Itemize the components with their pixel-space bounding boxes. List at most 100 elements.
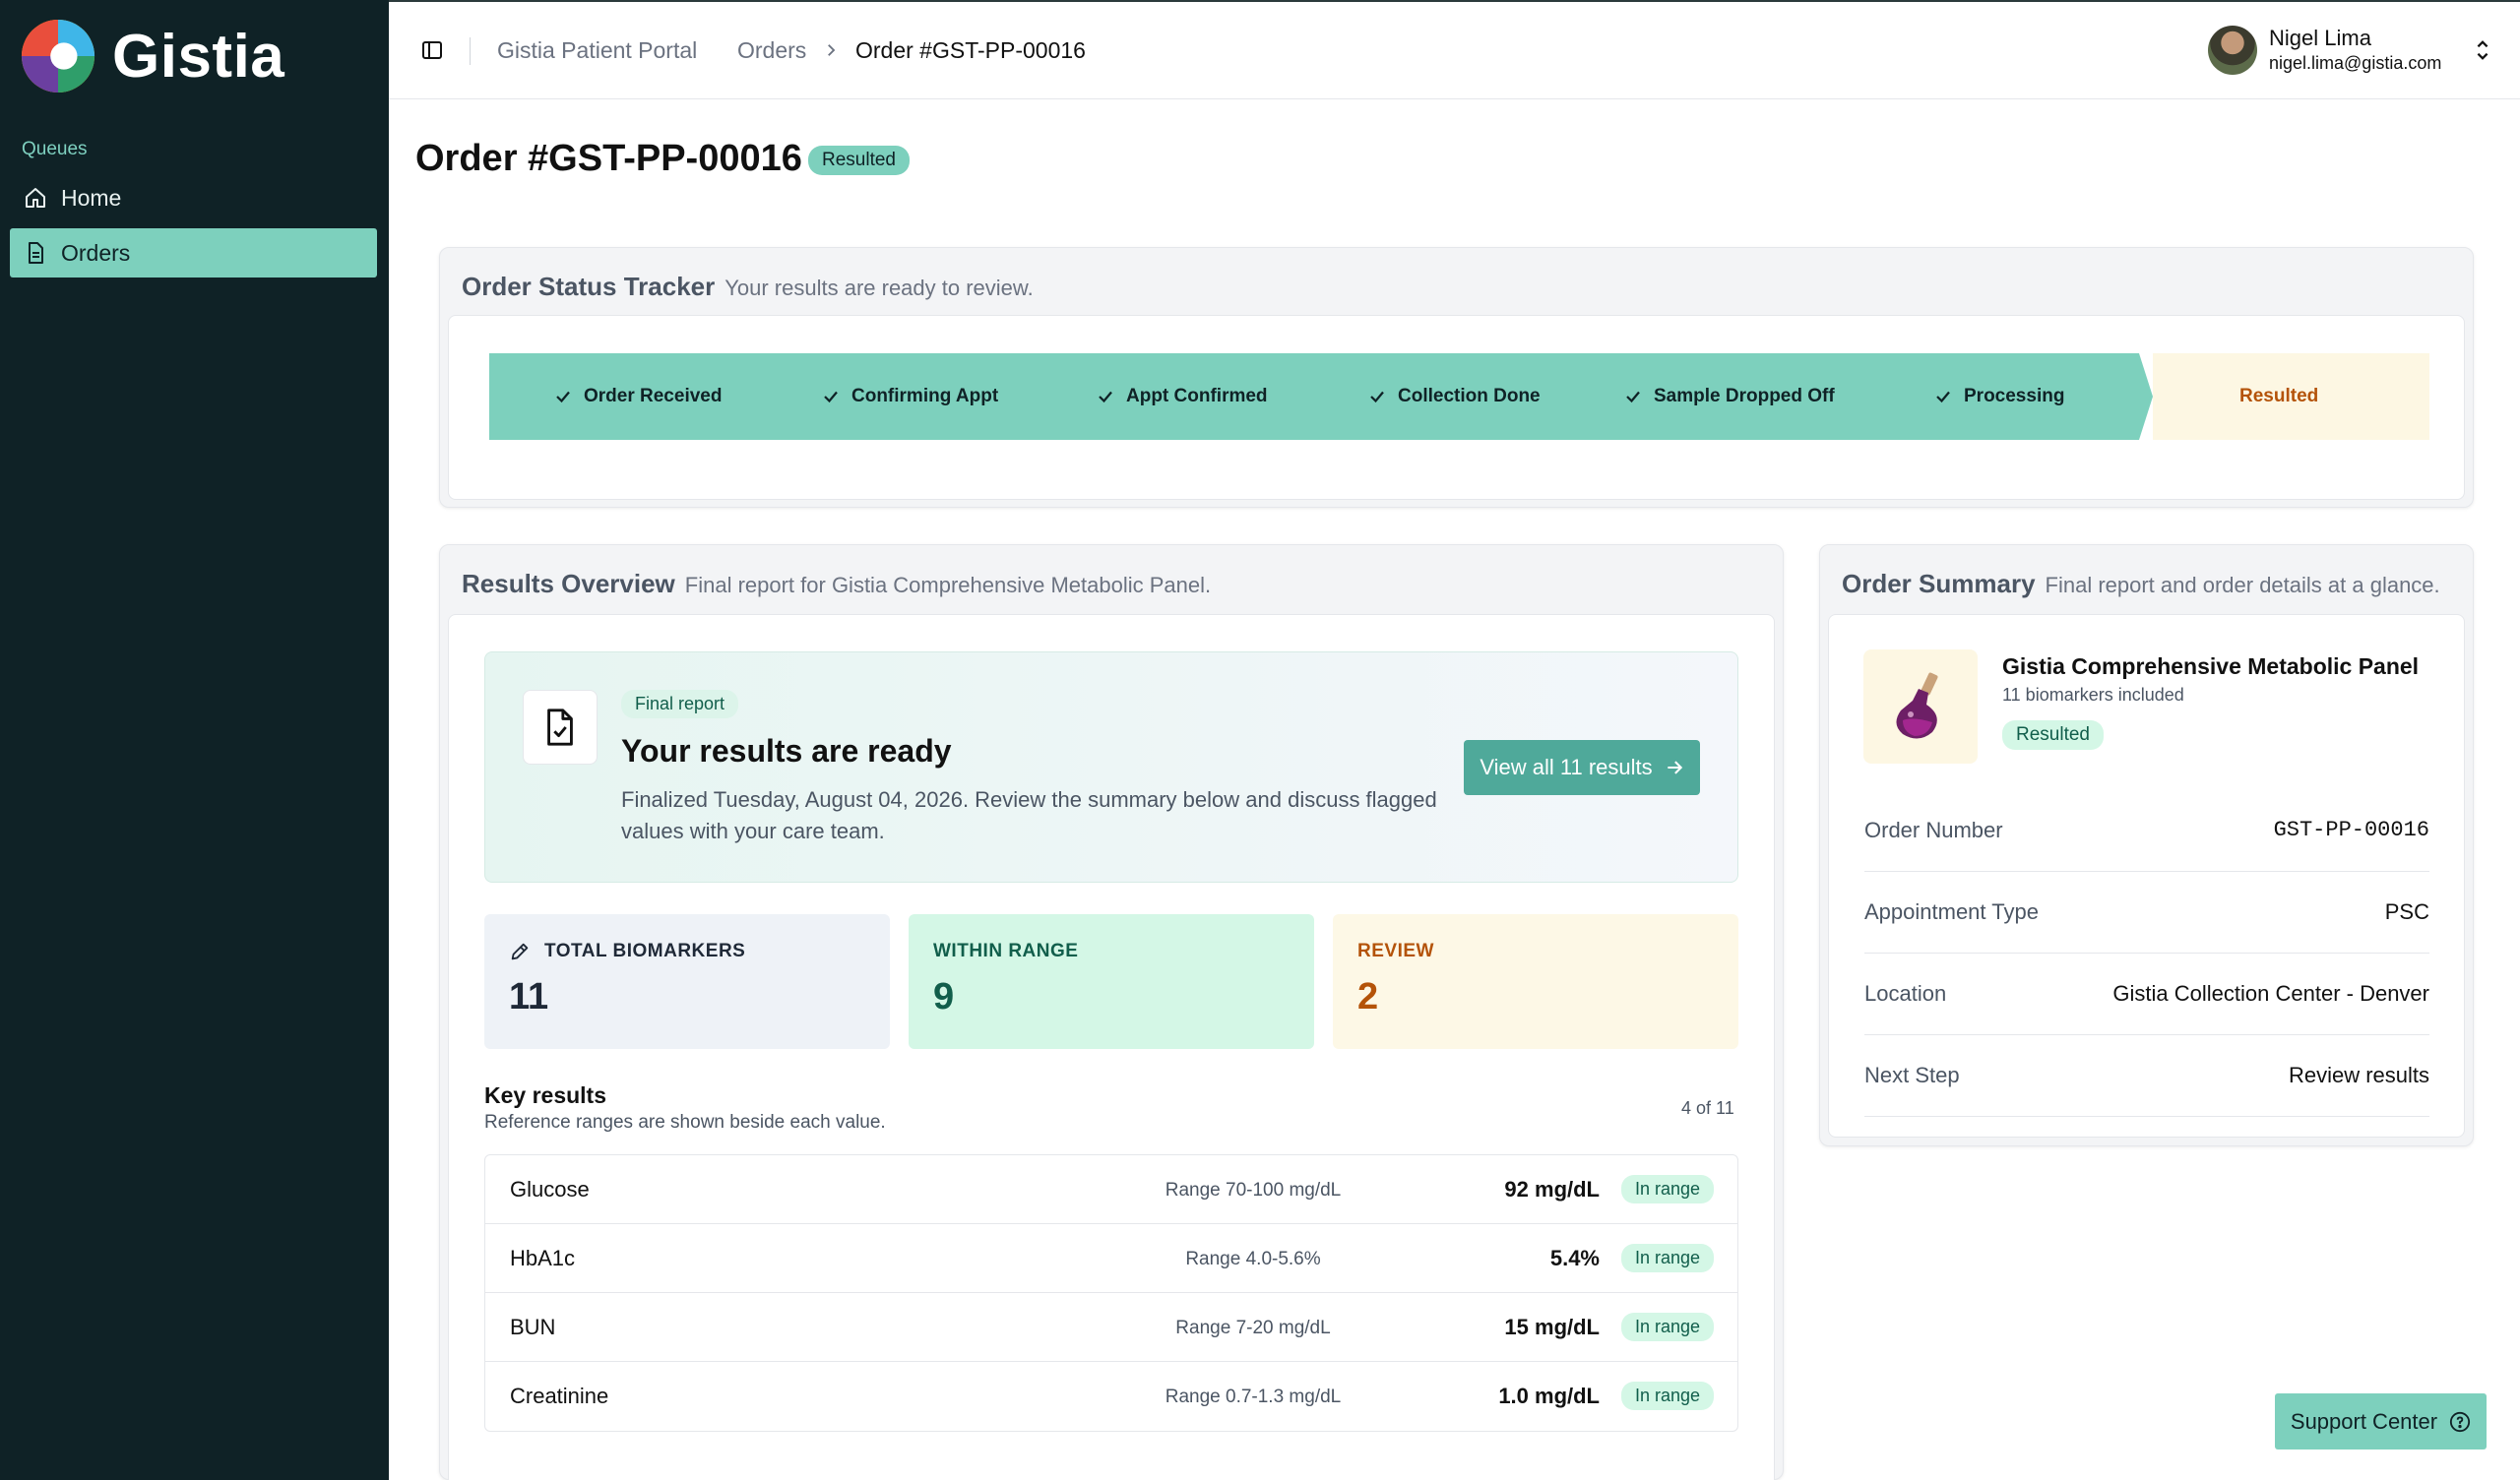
stat-label: TOTAL BIOMARKERS [509, 941, 745, 962]
sidebar-item-label: Home [61, 184, 122, 211]
check-icon [824, 391, 838, 403]
card-subtitle: Final report and order details at a glan… [2045, 573, 2440, 597]
status-badge: Resulted [808, 146, 910, 175]
brand-name: Gistia [112, 22, 285, 91]
biomarker-name: Glucose [510, 1177, 590, 1202]
card-header: Order Summary Final report and order deta… [1842, 569, 2440, 599]
key-results-table: Glucose Range 70-100 mg/dL 92 mg/dL In r… [484, 1154, 1738, 1432]
biomarker-value: 15 mg/dL [1504, 1315, 1600, 1339]
card-title: Results Overview [462, 569, 675, 598]
steps-done-bar [489, 353, 2153, 440]
stat-label: WITHIN RANGE [933, 941, 1079, 961]
biomarker-range: Range 0.7-1.3 mg/dL [1165, 1387, 1342, 1407]
sidebar-item-label: Orders [61, 239, 131, 266]
stat-within-range: WITHIN RANGE 9 [909, 914, 1314, 1049]
results-ready-description: Finalized Tuesday, August 04, 2026. Revi… [621, 787, 1437, 843]
sidebar-item-orders[interactable]: Orders [10, 228, 377, 278]
biomarker-range: Range 70-100 mg/dL [1165, 1180, 1342, 1201]
biomarker-status: In range [1620, 1244, 1714, 1272]
step-collection-done: Collection Done [1368, 353, 1541, 440]
check-icon [1370, 391, 1384, 403]
step-label: Confirming Appt [851, 386, 999, 406]
sidebar-item-home[interactable]: Home [10, 173, 377, 222]
user-email: nigel.lima@gistia.com [2269, 53, 2442, 73]
summary-value: Review results [2288, 1063, 2429, 1087]
arrow-right-icon [1667, 761, 1682, 774]
stat-total-biomarkers: TOTAL BIOMARKERS 11 [484, 914, 890, 1049]
summary-value: GST-PP-00016 [2273, 818, 2429, 842]
card-subtitle: Your results are ready to review. [724, 276, 1034, 300]
breadcrumb-portal[interactable]: Gistia Patient Portal [497, 37, 697, 64]
help-circle-icon [2450, 1411, 2471, 1432]
key-results-title: Key results [484, 1082, 607, 1108]
step-label: Resulted [2239, 386, 2319, 406]
biomarker-name: Creatinine [510, 1384, 609, 1408]
breadcrumb-current: Order #GST-PP-00016 [855, 37, 1086, 63]
check-icon [556, 391, 570, 403]
summary-row-appointment-type: Appointment Type PSC [1864, 872, 2429, 954]
support-center-button[interactable]: Support Center [2275, 1393, 2487, 1449]
chevron-up-down-icon[interactable] [2472, 37, 2493, 63]
product-image [1863, 649, 1978, 764]
gistia-logo-icon [21, 19, 95, 93]
biomarker-status: In range [1620, 1382, 1714, 1410]
view-all-results-button[interactable]: View all 11 results [1464, 740, 1700, 795]
order-status-tracker: Order Status Tracker Your results are rea… [439, 247, 2474, 508]
biomarker-range: Range 4.0-5.6% [1185, 1249, 1321, 1269]
biomarker-value: 5.4% [1549, 1246, 1600, 1270]
final-report-pill: Final report [621, 690, 739, 718]
biomarker-value: 92 mg/dL [1504, 1177, 1600, 1202]
breadcrumb-orders[interactable]: Orders [737, 37, 806, 64]
check-icon [1936, 391, 1950, 403]
check-icon [1099, 391, 1112, 403]
product-subtitle: 11 biomarkers included [2002, 685, 2184, 705]
button-label: Support Center [2290, 1408, 2438, 1434]
stat-value: 11 [509, 976, 549, 1018]
table-row[interactable]: BUN Range 7-20 mg/dL 15 mg/dL In range [485, 1293, 1737, 1362]
brand[interactable]: Gistia [20, 18, 284, 94]
product-name: Gistia Comprehensive Metabolic Panel [2002, 653, 2420, 679]
page-title: Order #GST-PP-00016 [415, 138, 802, 179]
stat-label-text: TOTAL BIOMARKERS [544, 941, 746, 961]
step-confirming-appt: Confirming Appt [822, 353, 998, 440]
check-icon [1626, 391, 1640, 403]
biomarker-value: 1.0 mg/dL [1498, 1384, 1600, 1408]
step-resulted: Resulted [2239, 353, 2318, 440]
table-row[interactable]: HbA1c Range 4.0-5.6% 5.4% In range [485, 1224, 1737, 1293]
stat-value: 2 [1357, 976, 1379, 1018]
stat-label: REVIEW [1357, 941, 1434, 961]
avatar[interactable] [2208, 26, 2257, 75]
stat-review: REVIEW 2 [1333, 914, 1738, 1049]
biomarker-name: HbA1c [510, 1246, 576, 1270]
home-icon [26, 188, 45, 208]
summary-label: Location [1864, 981, 1947, 1006]
key-results-count: 4 of 11 [1681, 1098, 1734, 1118]
summary-label: Order Number [1864, 818, 2003, 842]
summary-row-next-step: Next Step Review results [1864, 1035, 2429, 1117]
card-header: Order Status Tracker Your results are rea… [462, 272, 1034, 302]
step-label: Sample Dropped Off [1654, 386, 1835, 406]
summary-label: Appointment Type [1864, 899, 2039, 924]
summary-row-location: Location Gistia Collection Center - Denv… [1864, 954, 2429, 1035]
table-row[interactable]: Creatinine Range 0.7-1.3 mg/dL 1.0 mg/dL… [485, 1362, 1737, 1431]
document-icon [29, 242, 43, 264]
stat-value: 9 [933, 976, 955, 1018]
biomarker-status: In range [1620, 1175, 1714, 1203]
status-steps: Order Received Confirming Appt Appt Conf… [489, 353, 2429, 440]
divider [470, 37, 471, 65]
document-check-icon [547, 709, 573, 746]
table-row[interactable]: Glucose Range 70-100 mg/dL 92 mg/dL In r… [485, 1155, 1737, 1224]
summary-label: Next Step [1864, 1063, 1960, 1087]
biomarker-name: BUN [510, 1315, 556, 1339]
sidebar-toggle-icon[interactable] [420, 38, 444, 62]
step-sample-dropped-off: Sample Dropped Off [1624, 353, 1835, 440]
summary-row-order-number: Order Number GST-PP-00016 [1864, 790, 2429, 872]
step-label: Order Received [584, 386, 723, 406]
step-label: Processing [1964, 386, 2065, 406]
flask-icon [1896, 672, 1938, 739]
step-order-received: Order Received [554, 353, 722, 440]
pencil-icon [511, 943, 529, 960]
summary-value: PSC [2384, 899, 2429, 924]
step-label: Appt Confirmed [1126, 386, 1268, 406]
card-subtitle: Final report for Gistia Comprehensive Me… [684, 573, 1212, 597]
